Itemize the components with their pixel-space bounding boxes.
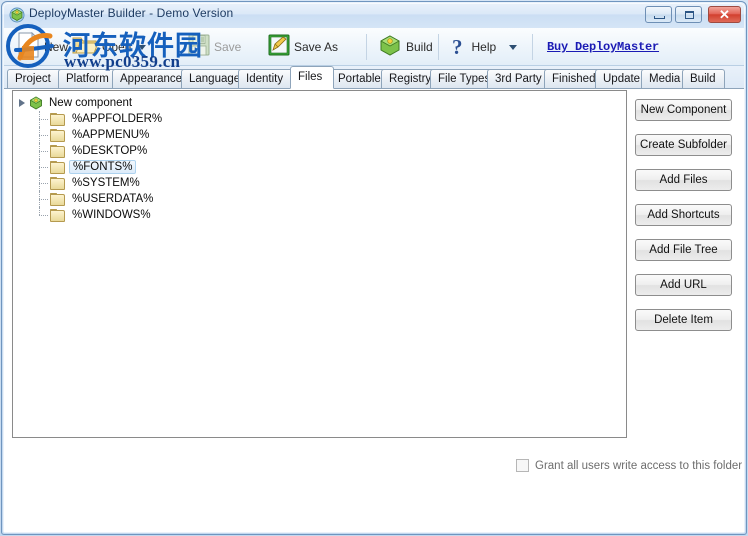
folder-icon	[50, 128, 66, 142]
tree-guide-elbow	[39, 167, 48, 169]
expander-collapse-icon[interactable]	[19, 99, 25, 107]
title-bar[interactable]: DeployMaster Builder - Demo Version ✕	[2, 2, 746, 28]
save-as-icon	[268, 34, 290, 61]
tab-files[interactable]: Files	[290, 66, 334, 89]
folder-icon	[50, 112, 66, 126]
folder-icon	[50, 208, 66, 222]
toolbar-open-button[interactable]: Open	[72, 28, 147, 66]
tab-file-types[interactable]: File Types	[430, 69, 492, 88]
tree-item-label: %USERDATA%	[72, 193, 154, 205]
tree-guide-elbow	[39, 215, 48, 217]
tree-item-label: %APPFOLDER%	[72, 113, 163, 125]
buy-deploymaster-link[interactable]: Buy DeployMaster	[547, 40, 659, 54]
tab-language[interactable]: Language	[181, 69, 243, 88]
folder-icon	[50, 176, 66, 190]
tree-guide-elbow	[39, 119, 48, 121]
toolbar-open-label: Open	[102, 40, 132, 54]
tree-guide-elbow	[39, 151, 48, 153]
toolbar: New Open Save Save As Build ? Help Buy D…	[4, 28, 744, 66]
tab-portable[interactable]: Portable	[330, 69, 386, 88]
grant-access-checkbox[interactable]	[516, 459, 529, 472]
close-icon: ✕	[719, 7, 730, 22]
window-title: DeployMaster Builder - Demo Version	[29, 6, 234, 20]
app-cube-icon	[9, 7, 25, 23]
tab-identity[interactable]: Identity	[238, 69, 293, 88]
component-cube-icon	[29, 96, 43, 110]
tree-item[interactable]: %USERDATA%	[19, 191, 626, 207]
save-disk-icon	[188, 34, 210, 61]
tree-item[interactable]: %APPMENU%	[19, 127, 626, 143]
toolbar-save-button[interactable]: Save	[188, 28, 241, 66]
minimize-button[interactable]	[645, 6, 672, 23]
toolbar-separator-2	[438, 34, 439, 60]
tree-item[interactable]: %WINDOWS%	[19, 207, 626, 223]
toolbar-save-label: Save	[214, 40, 242, 54]
help-question-icon: ?	[452, 34, 463, 59]
new-component-button[interactable]: New Component	[635, 99, 732, 121]
create-subfolder-button[interactable]: Create Subfolder	[635, 134, 732, 156]
tree-guide-line	[39, 207, 41, 215]
new-document-icon	[18, 31, 40, 63]
tab-appearance[interactable]: Appearance	[112, 69, 186, 88]
add-url-button[interactable]: Add URL	[635, 274, 732, 296]
toolbar-help-button[interactable]: ? Help	[452, 28, 518, 66]
toolbar-help-label: Help	[471, 40, 497, 54]
minimize-icon	[654, 16, 665, 19]
tab-3rd-party[interactable]: 3rd Party	[487, 69, 549, 88]
open-folder-icon	[72, 34, 99, 60]
toolbar-saveas-button[interactable]: Save As	[268, 28, 338, 66]
tree-item-label: %SYSTEM%	[72, 177, 140, 189]
add-shortcuts-button[interactable]: Add Shortcuts	[635, 204, 732, 226]
maximize-button[interactable]	[675, 6, 702, 23]
tree-item-label: %FONTS%	[69, 160, 137, 174]
toolbar-new-label: New	[44, 40, 69, 54]
chevron-down-icon[interactable]	[138, 44, 147, 50]
tree-item[interactable]: %DESKTOP%	[19, 143, 626, 159]
grant-access-label: Grant all users write access to this fol…	[535, 459, 743, 472]
toolbar-new-button[interactable]: New	[18, 28, 68, 66]
tab-finished[interactable]: Finished	[544, 69, 600, 88]
toolbar-separator-1	[366, 34, 367, 60]
toolbar-build-label: Build	[406, 40, 433, 54]
tab-registry[interactable]: Registry	[381, 69, 435, 88]
folder-icon	[50, 144, 66, 158]
tree-root-label: New component	[49, 97, 133, 109]
tab-update[interactable]: Update	[595, 69, 646, 88]
tree-item[interactable]: %SYSTEM%	[19, 175, 626, 191]
tree-item[interactable]: %APPFOLDER%	[19, 111, 626, 127]
help-chevron-down-icon[interactable]	[509, 44, 518, 50]
application-window: DeployMaster Builder - Demo Version ✕ Ne…	[0, 0, 748, 536]
tab-platform[interactable]: Platform	[58, 69, 117, 88]
tree-item-label: %APPMENU%	[72, 129, 150, 141]
tree-root-item[interactable]: New component	[19, 95, 626, 111]
tree-guide-elbow	[39, 199, 48, 201]
tab-media[interactable]: Media	[641, 69, 687, 88]
buy-deploymaster-link-wrap[interactable]: Buy DeployMaster	[547, 28, 659, 66]
tree-guide-elbow	[39, 135, 48, 137]
tab-strip: Project Platform Appearance Language Ide…	[4, 66, 744, 89]
close-button[interactable]: ✕	[708, 6, 741, 23]
tab-build[interactable]: Build	[682, 69, 725, 88]
delete-item-button[interactable]: Delete Item	[635, 309, 732, 331]
toolbar-saveas-label: Save As	[294, 40, 339, 54]
component-tree[interactable]: New component %APPFOLDER% %APPMENU% %DES…	[12, 90, 627, 438]
folder-icon	[50, 160, 66, 174]
folder-icon	[50, 192, 66, 206]
grant-access-row[interactable]: Grant all users write access to this fol…	[516, 459, 742, 472]
tree-item-label: %DESKTOP%	[72, 145, 148, 157]
maximize-icon	[685, 11, 694, 19]
add-file-tree-button[interactable]: Add File Tree	[635, 239, 732, 261]
content-pane: New component %APPFOLDER% %APPMENU% %DES…	[4, 88, 744, 532]
tab-project[interactable]: Project	[7, 69, 64, 88]
add-files-button[interactable]: Add Files	[635, 169, 732, 191]
tree-item-label: %WINDOWS%	[72, 209, 151, 221]
build-cube-icon	[378, 33, 402, 62]
toolbar-build-button[interactable]: Build	[378, 28, 433, 66]
tree-guide-elbow	[39, 183, 48, 185]
toolbar-separator-3	[532, 34, 533, 60]
tree-item-selected[interactable]: %FONTS%	[19, 159, 626, 175]
